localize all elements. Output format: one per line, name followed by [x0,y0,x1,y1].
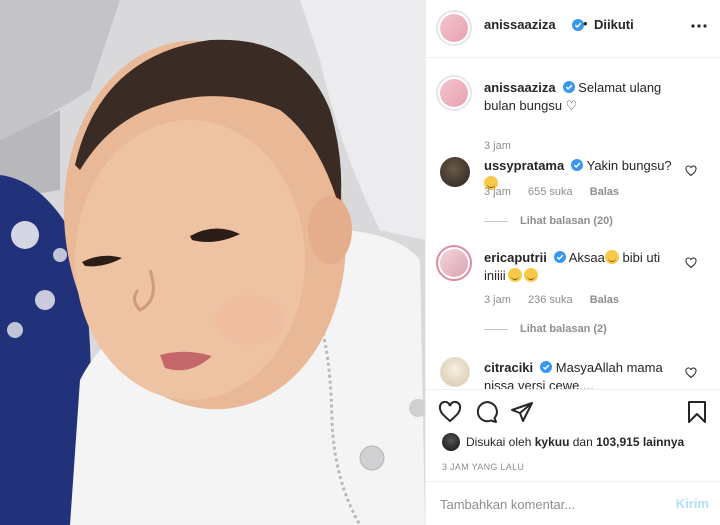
hugging-face-emoji-icon [604,250,619,264]
post-comment-button[interactable]: Kirim [676,496,709,511]
comment-item: ussypratama Yakin bungsu? 3 jam 655 suka… [426,155,720,245]
likes-prefix: Disukai oleh [466,435,532,449]
commenter-username[interactable]: ussypratama [484,158,564,173]
follow-status-button[interactable]: Diikuti [594,17,634,32]
likes-summary[interactable]: Disukai oleh kykuu dan 103,915 lainnya [442,433,684,451]
comment-like-count[interactable]: 236 suka [528,294,573,306]
liker-username[interactable]: kykuu [535,435,570,449]
post-photo[interactable] [0,0,425,525]
comments-list[interactable]: anissaaziza Selamat ulang bulan bungsu ♡… [426,59,720,389]
caption-text: anissaaziza Selamat ulang bulan bungsu ♡ [484,79,684,115]
comment-body: Aksaa [568,250,605,265]
view-replies-button[interactable]: Lihat balasan (20) [484,215,613,227]
like-comment-heart-icon[interactable] [685,367,697,379]
commenter-username[interactable]: citraciki [484,360,533,375]
comment-time: 3 jam [484,294,511,306]
like-comment-heart-icon[interactable] [685,165,697,177]
comment-meta: 3 jam 655 suka Balas [484,186,633,198]
author-username[interactable]: anissaaziza [484,17,556,32]
replies-divider [484,328,508,330]
view-replies-label: Lihat balasan (2) [520,323,607,335]
comment-bubble-icon[interactable] [474,400,498,424]
commenter-avatar[interactable] [440,357,470,387]
add-comment-bar: Kirim [426,481,720,525]
caption-item: anissaaziza Selamat ulang bulan bungsu ♡… [426,75,720,155]
kissing-face-emoji-icon [523,268,538,282]
liker-avatar[interactable] [442,433,460,451]
view-replies-label: Lihat balasan (20) [520,215,613,227]
baby-photo-illustration [0,0,425,525]
author-avatar[interactable] [436,75,472,111]
post-side-panel: anissaaziza • Diikuti anissaaziza Selama… [425,0,720,525]
comment-body: Yakin bungsu? [586,158,672,173]
bookmark-save-icon[interactable] [685,400,709,424]
reply-button[interactable]: Balas [590,294,619,306]
share-paper-plane-icon[interactable] [510,400,534,424]
post-actions: Disukai oleh kykuu dan 103,915 lainnya 3… [426,389,720,481]
comment-like-count[interactable]: 655 suka [528,186,573,198]
verified-icon [571,159,584,171]
likes-count[interactable]: 103,915 lainnya [596,435,684,449]
comment-text: ericaputrii Aksaa bibi uti iniiii [484,249,684,285]
reply-button[interactable]: Balas [590,186,619,198]
commenter-username[interactable]: ericaputrii [484,250,547,265]
add-comment-input[interactable] [440,494,660,514]
comment-text: citraciki MasyaAllah mama nissa versi ce… [484,359,684,389]
commenter-avatar[interactable] [440,157,470,187]
like-comment-heart-icon[interactable] [685,257,697,269]
instagram-post: anissaaziza • Diikuti anissaaziza Selama… [0,0,720,525]
heart-like-icon[interactable] [438,400,462,424]
comment-item: citraciki MasyaAllah mama nissa versi ce… [426,355,720,389]
likes-mid: dan [572,435,593,449]
comment-meta: 3 jam 236 suka Balas [484,294,633,306]
caption-meta: 3 jam [484,140,525,152]
comment-time: 3 jam [484,186,511,198]
verified-icon [553,251,566,263]
verified-icon [562,81,575,93]
caption-time: 3 jam [484,140,511,152]
post-header: anissaaziza • Diikuti [426,0,720,58]
author-avatar[interactable] [436,10,472,46]
kissing-face-emoji-icon [507,268,522,282]
verified-icon [540,361,553,373]
separator-dot: • [583,16,588,31]
comment-item: ericaputrii Aksaa bibi uti iniiii 3 jam … [426,245,720,345]
more-options-icon[interactable] [691,18,707,34]
view-replies-button[interactable]: Lihat balasan (2) [484,323,607,335]
post-timestamp[interactable]: 3 JAM YANG LALU [442,462,524,472]
commenter-avatar[interactable] [436,245,472,281]
caption-username[interactable]: anissaaziza [484,80,556,95]
replies-divider [484,220,508,222]
